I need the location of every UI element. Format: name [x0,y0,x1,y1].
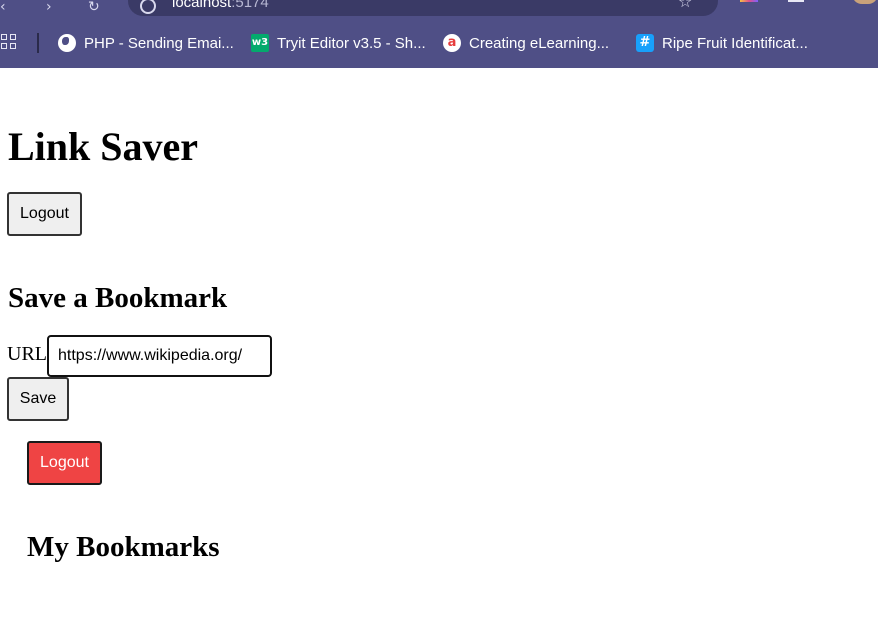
page-content: Link Saver Logout Save a Bookmark URL Sa… [0,68,878,626]
profile-avatar-icon[interactable] [852,0,878,4]
address-port: :5174 [231,0,269,11]
bookmark-item-tryit[interactable]: w3 Tryit Editor v3.5 - Sh... [251,33,426,53]
apps-grid-icon[interactable] [1,34,19,52]
site-info-icon[interactable] [140,0,156,14]
bookmark-item-ripe-fruit[interactable]: # Ripe Fruit Identificat... [636,33,808,53]
browser-toolbar: ‹ › ↻ localhost:5174 ☆ [0,0,878,16]
extension-icon[interactable] [740,0,758,2]
bookmarks-bar: PHP - Sending Emai... w3 Tryit Editor v3… [0,24,878,60]
back-icon[interactable]: ‹ [0,0,6,14]
address-bar[interactable]: localhost:5174 ☆ [128,0,718,16]
browser-chrome: ‹ › ↻ localhost:5174 ☆ PHP - Sending Ema… [0,0,878,68]
url-label: URL [7,343,47,365]
forward-icon[interactable]: › [46,0,52,14]
logout-button[interactable]: Logout [7,192,82,236]
bookmark-label: Ripe Fruit Identificat... [662,34,808,52]
bookmark-item-php[interactable]: PHP - Sending Emai... [58,33,234,53]
w3schools-icon: w3 [251,34,269,52]
url-input[interactable] [47,335,272,377]
bookmark-star-icon[interactable]: ☆ [678,0,692,10]
articulate-icon: a [443,34,461,52]
address-text[interactable]: localhost:5174 [172,0,269,10]
downloads-icon[interactable] [788,0,804,2]
bookmarks-separator [37,33,39,53]
globe-icon [58,34,76,52]
logout-button-secondary[interactable]: Logout [27,441,102,485]
reload-icon[interactable]: ↻ [88,0,100,14]
my-bookmarks-heading: My Bookmarks [27,531,220,563]
page-title: Link Saver [8,124,199,169]
bookmark-label: PHP - Sending Emai... [84,34,234,52]
save-bookmark-heading: Save a Bookmark [8,282,228,314]
save-button[interactable]: Save [7,377,69,421]
bookmark-item-elearning[interactable]: a Creating eLearning... [443,33,609,53]
bookmark-label: Tryit Editor v3.5 - Sh... [277,34,426,52]
bookmark-label: Creating eLearning... [469,34,610,52]
hash-icon: # [636,34,654,52]
address-host: localhost [172,0,232,11]
